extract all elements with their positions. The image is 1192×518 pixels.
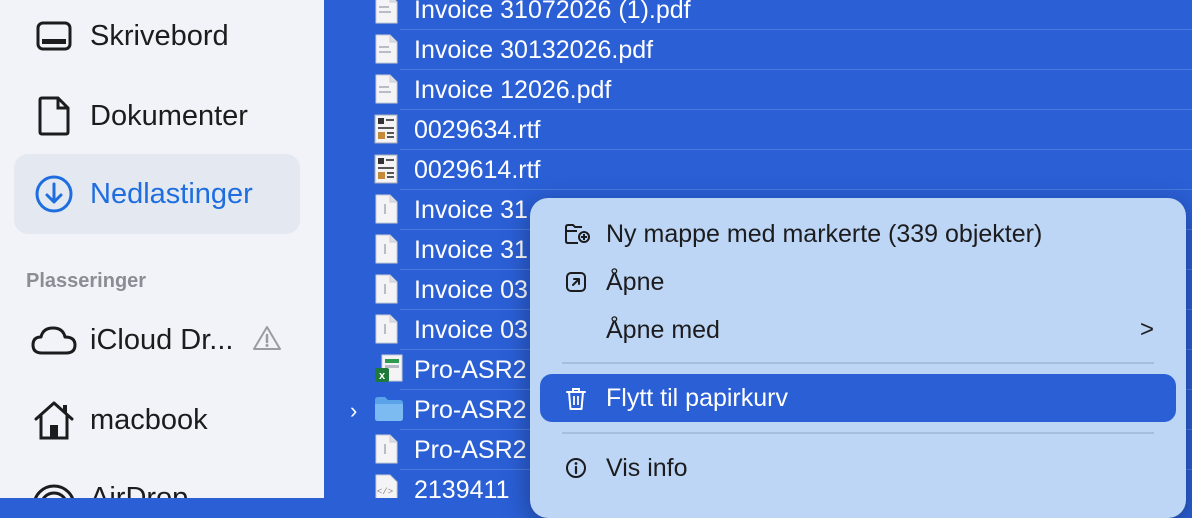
sidebar-item-icloud[interactable]: iCloud Dr... <box>14 300 300 380</box>
sidebar-section-title: Plasseringer <box>26 270 147 292</box>
menu-separator <box>562 362 1154 364</box>
menu-item-move-to-trash[interactable]: Flytt til papirkurv <box>540 374 1176 422</box>
menu-item-new-folder-with-selection[interactable]: Ny mappe med markerte (339 objekter) <box>540 210 1176 258</box>
sidebar-item-label: macbook <box>90 403 208 436</box>
pdf-file-icon <box>374 234 404 266</box>
warning-icon[interactable] <box>252 324 282 357</box>
sidebar-item-label: Nedlastinger <box>90 177 253 210</box>
sidebar-item-label: AirDrop <box>90 481 189 499</box>
menu-separator <box>562 432 1154 434</box>
code-file-icon: </> <box>374 474 404 498</box>
desktop-icon <box>30 12 78 60</box>
sidebar-item-airdrop[interactable]: AirDrop <box>14 458 300 498</box>
pdf-file-icon <box>374 314 404 346</box>
sidebar-item-label: Skrivebord <box>90 19 229 52</box>
file-row[interactable]: 0029634.rtf <box>324 110 1192 150</box>
file-name: Invoice 12026.pdf <box>414 76 612 104</box>
sidebar-item-label: Dokumenter <box>90 99 248 132</box>
sidebar-item-macbook[interactable]: macbook <box>14 380 300 460</box>
file-name: Invoice 31 <box>414 236 528 264</box>
file-name: Invoice 03 <box>414 316 528 344</box>
file-name: 2139411 <box>414 476 510 498</box>
file-name: Invoice 30132026.pdf <box>414 36 654 64</box>
file-name: Pro-ASR2 <box>414 396 527 424</box>
svg-text:x: x <box>379 370 386 382</box>
file-name: Invoice 03 <box>414 276 528 304</box>
info-icon <box>564 456 590 482</box>
rtf-file-icon <box>374 154 404 186</box>
file-name: Invoice 31 <box>414 196 528 224</box>
menu-item-label: Åpne <box>606 268 665 296</box>
menu-item-label: Vis info <box>606 454 688 482</box>
menu-item-open-with[interactable]: Åpne med > <box>540 306 1176 354</box>
file-name: Invoice 31072026 (1).pdf <box>414 0 691 24</box>
pdf-file-icon <box>374 0 404 26</box>
download-icon <box>30 170 78 218</box>
sidebar-item-documents[interactable]: Dokumenter <box>14 76 300 156</box>
pdf-file-icon <box>374 434 404 466</box>
file-row[interactable]: 0029614.rtf <box>324 150 1192 190</box>
open-icon <box>564 270 590 296</box>
menu-item-get-info[interactable]: Vis info <box>540 444 1176 492</box>
menu-item-open[interactable]: Åpne <box>540 258 1176 306</box>
sidebar-item-downloads[interactable]: Nedlastinger <box>14 154 300 234</box>
sidebar: Skrivebord Dokumenter Nedlastinger Plass… <box>0 0 324 498</box>
file-name: Pro-ASR2 <box>414 436 527 464</box>
file-row[interactable]: Invoice 30132026.pdf <box>324 30 1192 70</box>
menu-item-label: Ny mappe med markerte (339 objekter) <box>606 220 1043 248</box>
sidebar-item-label: iCloud Dr... <box>90 323 234 356</box>
menu-item-label: Flytt til papirkurv <box>606 384 788 412</box>
file-row[interactable]: Invoice 31072026 (1).pdf <box>324 0 1192 30</box>
sidebar-item-desktop[interactable]: Skrivebord <box>14 0 300 76</box>
pdf-file-icon <box>374 34 404 66</box>
file-row[interactable]: Invoice 12026.pdf <box>324 70 1192 110</box>
menu-item-label: Åpne med <box>606 316 720 344</box>
file-name: 0029634.rtf <box>414 116 541 144</box>
pdf-file-icon <box>374 194 404 226</box>
pdf-file-icon <box>374 74 404 106</box>
rtf-file-icon <box>374 114 404 146</box>
trash-icon <box>564 386 590 412</box>
excel-file-icon: x <box>374 354 404 386</box>
house-icon <box>30 396 78 444</box>
chevron-right-icon: > <box>1139 316 1154 343</box>
airdrop-icon <box>30 474 78 498</box>
document-icon <box>30 92 78 140</box>
new-folder-icon <box>564 222 590 248</box>
folder-icon <box>374 394 404 426</box>
context-menu: Ny mappe med markerte (339 objekter) Åpn… <box>530 198 1186 518</box>
cloud-icon <box>30 316 78 364</box>
svg-text:</>: </> <box>377 487 393 497</box>
file-name: Pro-ASR2 <box>414 356 527 384</box>
chevron-right-icon[interactable]: › <box>350 398 357 424</box>
file-name: 0029614.rtf <box>414 156 541 184</box>
pdf-file-icon <box>374 274 404 306</box>
